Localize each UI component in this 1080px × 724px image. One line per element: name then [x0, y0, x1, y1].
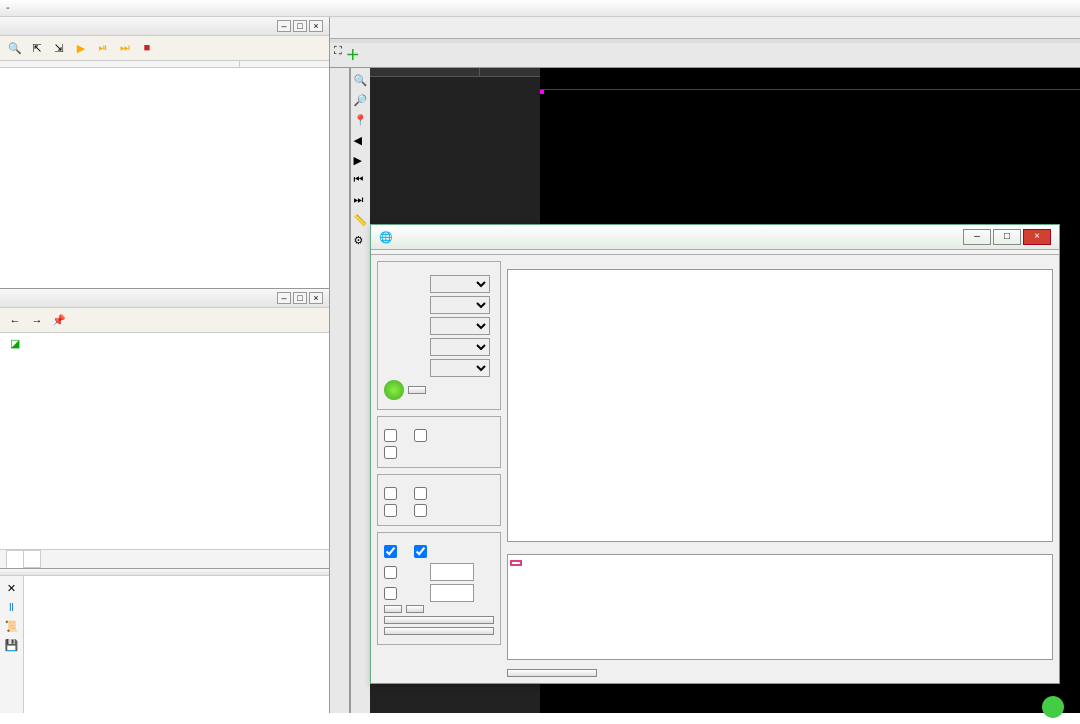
- goto-end-icon[interactable]: ⏭: [354, 194, 368, 208]
- prev-icon[interactable]: ◀: [354, 134, 368, 148]
- tcl-header: [0, 569, 329, 576]
- line-control-group: [377, 416, 501, 468]
- run-start-icon[interactable]: ▶: [72, 39, 90, 57]
- hardware-toolbar: 🔍 ⇱ ⇲ ▶ ⏯ ⏭ ■: [0, 36, 329, 61]
- parity-select[interactable]: [430, 359, 490, 377]
- zoom-fit-icon[interactable]: ⛶: [334, 45, 342, 65]
- dlg-min-icon[interactable]: –: [963, 229, 991, 245]
- zoom-out-icon[interactable]: 🔎: [354, 94, 368, 108]
- tcl-output[interactable]: [24, 576, 329, 713]
- run-step-icon[interactable]: ⏯: [94, 39, 112, 57]
- fake-monitor-button[interactable]: [384, 616, 494, 624]
- rx-header: [507, 261, 1053, 265]
- minimize-icon[interactable]: –: [277, 20, 291, 32]
- maximize-icon[interactable]: □: [293, 292, 307, 304]
- col-name[interactable]: [0, 61, 240, 67]
- search-icon[interactable]: 🔍: [6, 39, 24, 57]
- rlsd-checkbox: [414, 504, 427, 517]
- ruler-icon[interactable]: 📏: [354, 214, 368, 228]
- baud-select[interactable]: [430, 296, 490, 314]
- close-port-button[interactable]: [408, 386, 426, 394]
- clear-rx-button[interactable]: [406, 605, 424, 613]
- dashboard-options[interactable]: [330, 68, 350, 713]
- port-select[interactable]: [430, 275, 490, 293]
- run-all-icon[interactable]: ⏭: [116, 39, 134, 57]
- maximize-icon[interactable]: □: [293, 20, 307, 32]
- marker-icon[interactable]: 📍: [354, 114, 368, 128]
- cont-send-input[interactable]: [430, 563, 474, 581]
- close-icon[interactable]: ×: [309, 20, 323, 32]
- chip-icon: ◪: [10, 337, 20, 350]
- zoom-in-icon[interactable]: 🔍: [354, 74, 368, 88]
- dtr-checkbox[interactable]: [384, 429, 397, 442]
- reset-count-button[interactable]: [384, 627, 494, 635]
- cont-send-checkbox[interactable]: [384, 566, 397, 579]
- back-icon[interactable]: ←: [6, 311, 24, 329]
- dlg-close-icon[interactable]: ×: [1023, 229, 1051, 245]
- hex-show-checkbox[interactable]: [414, 545, 427, 558]
- minimize-icon[interactable]: –: [277, 292, 291, 304]
- wave-cursor[interactable]: [540, 90, 544, 94]
- next-icon[interactable]: ▶: [354, 154, 368, 168]
- props-body: [0, 354, 329, 549]
- databits-select[interactable]: [430, 317, 490, 335]
- collapse-icon[interactable]: ⇱: [28, 39, 46, 57]
- serial-config-group: [377, 261, 501, 410]
- tx-header: [507, 546, 1053, 550]
- hardware-tree[interactable]: [0, 61, 329, 288]
- frame-wrap-checkbox[interactable]: [384, 587, 397, 600]
- add-icon[interactable]: ＋: [346, 45, 360, 65]
- status-led-icon: [384, 380, 404, 400]
- rts-checkbox[interactable]: [384, 446, 397, 459]
- stop-icon[interactable]: ■: [138, 39, 156, 57]
- watermark: [1042, 696, 1070, 718]
- send-button[interactable]: [507, 669, 597, 677]
- tx-value[interactable]: [510, 560, 522, 566]
- tx-textarea[interactable]: [507, 554, 1053, 660]
- clear-tx-button[interactable]: [384, 605, 402, 613]
- props-tabs: [0, 549, 329, 568]
- serial-dialog: 🌐 – □ ×: [370, 224, 1060, 684]
- goto-start-icon[interactable]: ⏮: [354, 174, 368, 188]
- ring-checkbox: [384, 504, 397, 517]
- col-status[interactable]: [240, 61, 252, 67]
- break-checkbox[interactable]: [414, 429, 427, 442]
- close-icon[interactable]: ×: [309, 292, 323, 304]
- tab-general[interactable]: [6, 550, 24, 568]
- save-icon[interactable]: 💾: [5, 639, 19, 652]
- sig-col-name[interactable]: [370, 68, 480, 76]
- line-status-group: [377, 474, 501, 526]
- hex-send-checkbox[interactable]: [384, 545, 397, 558]
- scroll-icon[interactable]: 📜: [5, 620, 19, 633]
- app-titlebar: -: [0, 0, 1080, 17]
- cts-checkbox: [384, 487, 397, 500]
- expand-icon[interactable]: ⇲: [50, 39, 68, 57]
- globe-icon: 🌐: [379, 232, 393, 244]
- pin-icon[interactable]: 📌: [50, 311, 68, 329]
- wechat-icon: [1042, 696, 1064, 718]
- dsr-checkbox: [414, 487, 427, 500]
- sig-col-value[interactable]: [480, 68, 492, 76]
- props-header: – □ ×: [0, 289, 329, 308]
- rx-textarea[interactable]: [507, 269, 1053, 542]
- frame-wrap-input[interactable]: [430, 584, 474, 602]
- aux-group: [377, 532, 501, 645]
- pause-icon[interactable]: Ⅱ: [9, 601, 14, 614]
- tab-properties[interactable]: [23, 550, 41, 568]
- clear-icon[interactable]: ✕: [7, 582, 16, 595]
- forward-icon[interactable]: →: [28, 311, 46, 329]
- dlg-max-icon[interactable]: □: [993, 229, 1021, 245]
- hardware-panel-header: – □ ×: [0, 17, 329, 36]
- stopbits-select[interactable]: [430, 338, 490, 356]
- settings-icon[interactable]: ⚙: [354, 234, 368, 248]
- editor-tabs: [330, 17, 1080, 39]
